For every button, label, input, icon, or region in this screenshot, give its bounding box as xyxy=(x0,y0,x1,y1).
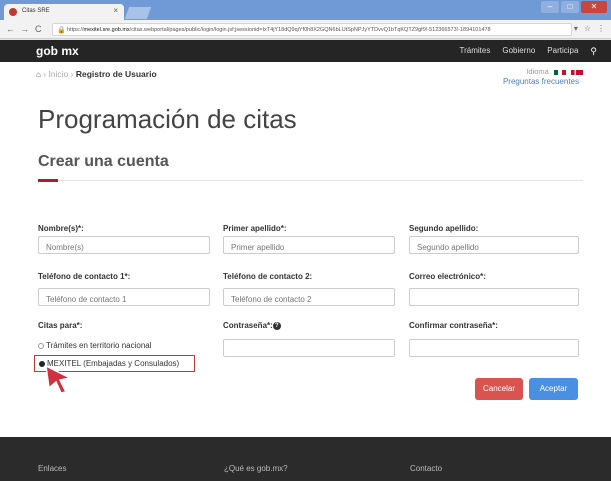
nombre-label: Nombre(s)*: xyxy=(38,224,84,233)
tab-close-icon[interactable]: × xyxy=(113,6,118,15)
window-controls: – □ ✕ xyxy=(541,1,607,13)
address-icons: ▾ ☆ ⋮ xyxy=(574,24,605,33)
telefono1-input[interactable] xyxy=(38,288,210,306)
nav-link-participa[interactable]: Participa xyxy=(547,46,578,57)
forward-icon[interactable]: → xyxy=(20,24,29,34)
breadcrumb-separator: › xyxy=(70,69,74,79)
language-selector: Idioma xyxy=(526,67,583,76)
password-label-text: Contraseña*: xyxy=(223,321,273,330)
back-icon[interactable]: ← xyxy=(6,24,15,34)
lock-icon: 🔒 xyxy=(57,27,66,34)
brand-logo[interactable]: gob mx xyxy=(36,44,79,58)
breadcrumb: ⌂ › Inicio › Registro de Usuario xyxy=(36,69,157,79)
primer-apellido-input[interactable] xyxy=(223,236,395,254)
url-prefix: https:// xyxy=(67,27,84,33)
menu-icon[interactable]: ⋮ xyxy=(597,24,605,33)
nav-links: Trámites Gobierno Participa ⚲ xyxy=(460,46,597,57)
sre-favicon-icon xyxy=(9,8,17,16)
breadcrumb-current: Registro de Usuario xyxy=(75,69,157,79)
browser-addressbar: ← → C 🔒 https://mexitel.sre.gob.mx/citas… xyxy=(0,20,611,39)
pointer-arrow-icon xyxy=(45,364,72,394)
email-input[interactable] xyxy=(409,288,579,306)
tab-title: Citas SRE xyxy=(22,8,50,14)
telefono1-label: Teléfono de contacto 1*: xyxy=(38,272,131,281)
page: gob mx Trámites Gobierno Participa ⚲ ⌂ ›… xyxy=(0,40,611,481)
faq-link[interactable]: Preguntas frecuentes xyxy=(503,77,579,86)
footer-que-es[interactable]: ¿Qué es gob.mx? xyxy=(224,464,288,473)
radio-tramites-icon[interactable] xyxy=(38,342,44,349)
home-icon[interactable]: ⌂ xyxy=(36,70,41,79)
confirm-password-input[interactable] xyxy=(409,339,579,357)
segundo-apellido-label: Segundo apellido: xyxy=(409,224,479,233)
info-icon[interactable]: ? xyxy=(272,321,281,330)
reload-icon[interactable]: C xyxy=(35,24,42,34)
page-title: Programación de citas xyxy=(38,104,297,134)
telefono2-input[interactable] xyxy=(223,288,395,306)
window-close-icon[interactable]: ✕ xyxy=(581,1,607,13)
new-tab-button[interactable] xyxy=(124,7,152,19)
nav-link-gobierno[interactable]: Gobierno xyxy=(502,46,535,57)
citas-para-label: Citas para*: xyxy=(38,321,83,330)
primer-apellido-label: Primer apellido*: xyxy=(223,224,287,233)
extension-icon[interactable]: ▾ xyxy=(574,24,578,33)
breadcrumb-inicio[interactable]: Inicio xyxy=(48,69,68,79)
maximize-icon[interactable]: □ xyxy=(561,1,579,13)
browser-tab[interactable]: Citas SRE × xyxy=(4,4,124,20)
mexico-flag-icon[interactable] xyxy=(553,69,566,75)
browser-titlebar: Citas SRE × – □ ✕ xyxy=(0,0,611,20)
footer-enlaces[interactable]: Enlaces xyxy=(38,464,66,473)
password-input[interactable] xyxy=(223,339,395,357)
confirm-password-label: Confirmar contraseña*: xyxy=(409,321,498,330)
accent-bar xyxy=(38,179,58,182)
gobmx-navbar: gob mx Trámites Gobierno Participa ⚲ xyxy=(0,40,611,62)
segundo-apellido-input[interactable] xyxy=(409,236,579,254)
nav-link-tramites[interactable]: Trámites xyxy=(460,46,491,57)
radio-tramites-label: Trámites en territorio nacional xyxy=(46,341,152,350)
url-path: /citas.webportal/pages/public/login/logi… xyxy=(129,27,491,33)
english-flag-icon[interactable] xyxy=(571,69,583,75)
idioma-label: Idioma xyxy=(526,67,549,76)
telefono2-label: Teléfono de contacto 2: xyxy=(223,272,313,281)
search-icon[interactable]: ⚲ xyxy=(590,46,597,57)
footer: Enlaces ¿Qué es gob.mx? Contacto xyxy=(0,437,611,481)
url-input[interactable]: 🔒 https://mexitel.sre.gob.mx/citas.webpo… xyxy=(52,23,572,36)
password-label: Contraseña*:? xyxy=(223,321,281,330)
breadcrumb-separator: › xyxy=(43,69,47,79)
section-title: Crear una cuenta xyxy=(38,153,169,170)
radio-tramites[interactable]: Trámites en territorio nacional xyxy=(38,341,152,350)
footer-contacto[interactable]: Contacto xyxy=(410,464,442,473)
bookmark-star-icon[interactable]: ☆ xyxy=(584,24,591,33)
email-label: Correo electrónico*: xyxy=(409,272,486,281)
url-domain: mexitel.sre.gob.mx xyxy=(83,27,130,33)
cancel-button[interactable]: Cancelar xyxy=(475,378,523,400)
nombre-input[interactable] xyxy=(38,236,210,254)
section-divider xyxy=(38,180,583,181)
minimize-icon[interactable]: – xyxy=(541,1,559,13)
accept-button[interactable]: Aceptar xyxy=(529,378,578,400)
